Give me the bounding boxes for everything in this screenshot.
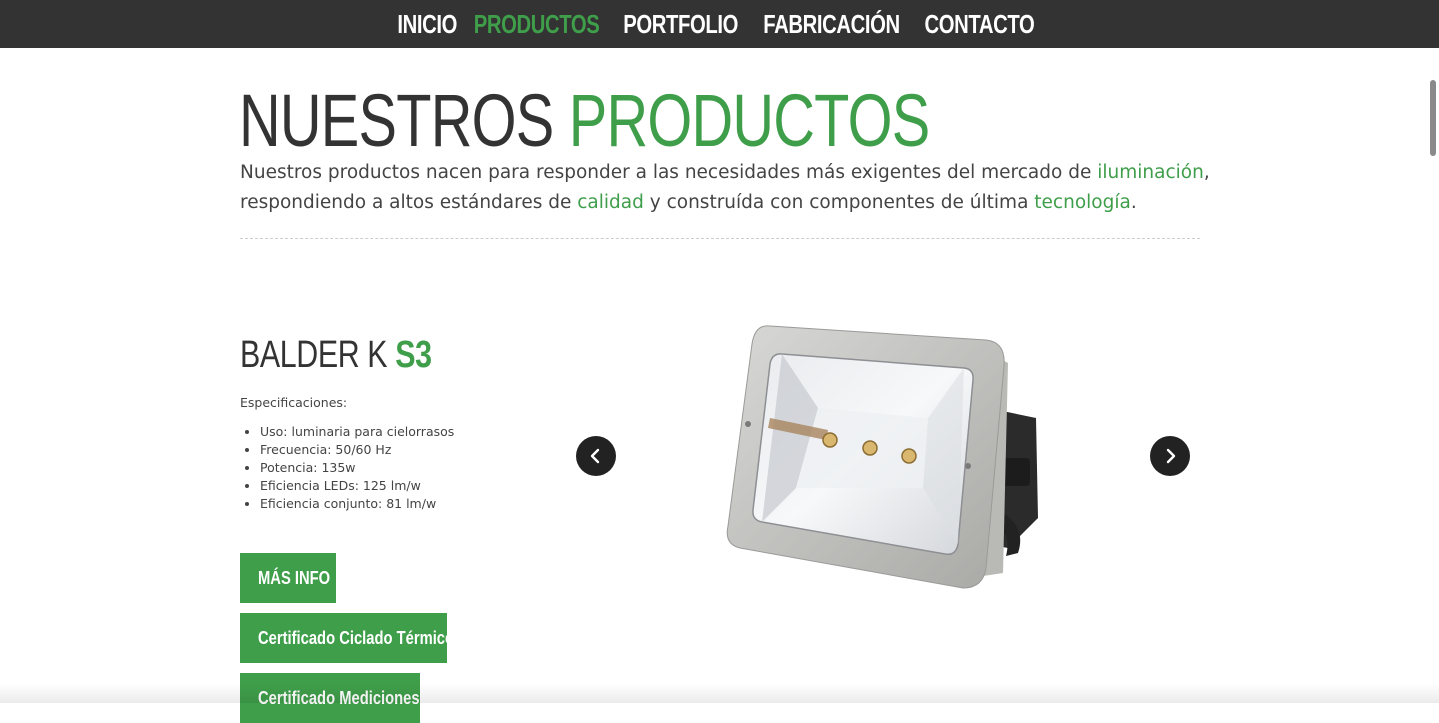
main-nav: INICIO PRODUCTOS PORTFOLIO FABRICACIÓN C… — [0, 0, 1439, 48]
intro-text: Nuestros productos nacen para responder … — [240, 158, 1220, 218]
nav-item-inicio[interactable]: INICIO — [398, 9, 458, 40]
intro-keyword-tecnologia: tecnología — [1034, 192, 1131, 213]
bottom-shadow — [0, 683, 1439, 703]
nav-item-portfolio[interactable]: PORTFOLIO — [623, 9, 738, 40]
intro-text-3: y construída con componentes de última — [643, 192, 1035, 213]
certificado-mediciones-button[interactable]: Certificado Mediciones — [240, 673, 420, 723]
spec-label: Especificaciones: — [240, 395, 348, 410]
mas-info-button[interactable]: MÁS INFO — [240, 553, 336, 603]
page-title: NUESTROS PRODUCTOS — [239, 78, 931, 163]
page-scrollbar[interactable] — [1430, 80, 1436, 156]
product-title: BALDER K S3 — [240, 334, 432, 377]
carousel-next-button[interactable] — [1150, 436, 1190, 476]
product-model: S3 — [395, 334, 432, 376]
intro-text-4: . — [1130, 192, 1137, 213]
nav-item-productos[interactable]: PRODUCTOS — [473, 9, 599, 40]
chevron-right-icon — [1166, 448, 1176, 464]
intro-keyword-iluminacion: iluminación — [1097, 162, 1204, 183]
nav-item-contacto[interactable]: CONTACTO — [924, 9, 1034, 40]
page-title-part1: NUESTROS — [239, 79, 554, 162]
certificado-ciclado-label: Certificado Ciclado Térmico — [258, 627, 455, 648]
nav-item-fabricacion[interactable]: FABRICACIÓN — [763, 9, 900, 40]
chevron-left-icon — [590, 448, 600, 464]
mas-info-label: MÁS INFO — [258, 567, 331, 588]
spec-item: Potencia: 135w — [260, 459, 454, 477]
certificado-mediciones-label: Certificado Mediciones — [258, 687, 420, 708]
intro-keyword-calidad: calidad — [577, 192, 644, 213]
spec-item: Eficiencia LEDs: 125 lm/w — [260, 477, 454, 495]
spec-item: Frecuencia: 50/60 Hz — [260, 441, 454, 459]
spec-item: Eficiencia conjunto: 81 lm/w — [260, 495, 454, 513]
section-divider — [240, 238, 1200, 239]
product-name: BALDER K — [240, 334, 388, 376]
certificado-ciclado-button[interactable]: Certificado Ciclado Térmico — [240, 613, 454, 663]
product-image — [726, 325, 1038, 589]
page-title-part2: PRODUCTOS — [568, 79, 931, 162]
carousel-prev-button[interactable] — [576, 436, 616, 476]
spec-list: Uso: luminaria para cielorrasos Frecuenc… — [240, 423, 454, 513]
intro-text-1: Nuestros productos nacen para responder … — [240, 162, 1098, 183]
spec-item: Uso: luminaria para cielorrasos — [260, 423, 454, 441]
